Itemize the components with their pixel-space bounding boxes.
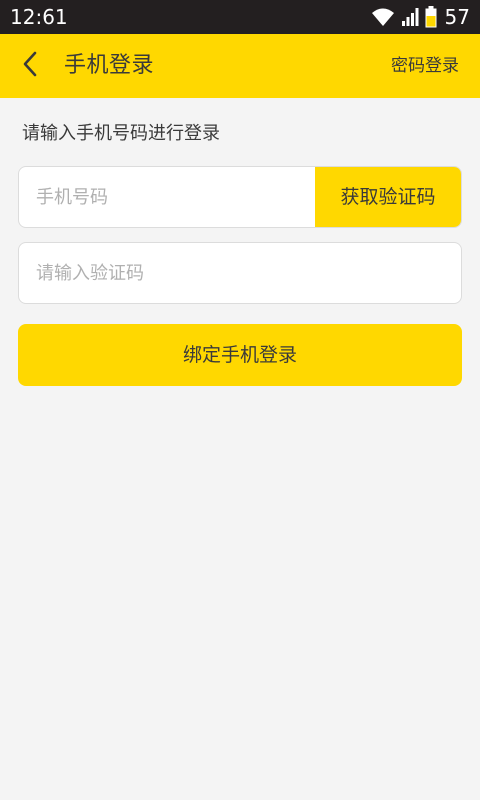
verification-code-input[interactable] [19,243,461,303]
back-button[interactable] [14,50,46,82]
get-verification-code-button[interactable]: 获取验证码 [315,167,461,227]
bind-phone-login-button[interactable]: 绑定手机登录 [18,324,462,386]
code-input-row [18,242,462,304]
password-login-link[interactable]: 密码登录 [391,55,459,77]
cell-signal-icon [401,7,419,27]
status-time: 12:61 [10,5,68,29]
phone-input-row: 获取验证码 [18,166,462,228]
phone-number-input[interactable] [19,167,315,227]
login-prompt: 请输入手机号码进行登录 [22,123,220,144]
status-icons: 57 [371,4,470,30]
status-bar: 12:61 57 [0,0,480,34]
page-title: 手机登录 [64,53,155,78]
wifi-icon [371,7,395,27]
chevron-left-icon [22,51,38,81]
battery-icon [425,6,437,28]
app-bar: 手机登录 密码登录 [0,34,480,98]
battery-level: 57 [444,5,470,29]
